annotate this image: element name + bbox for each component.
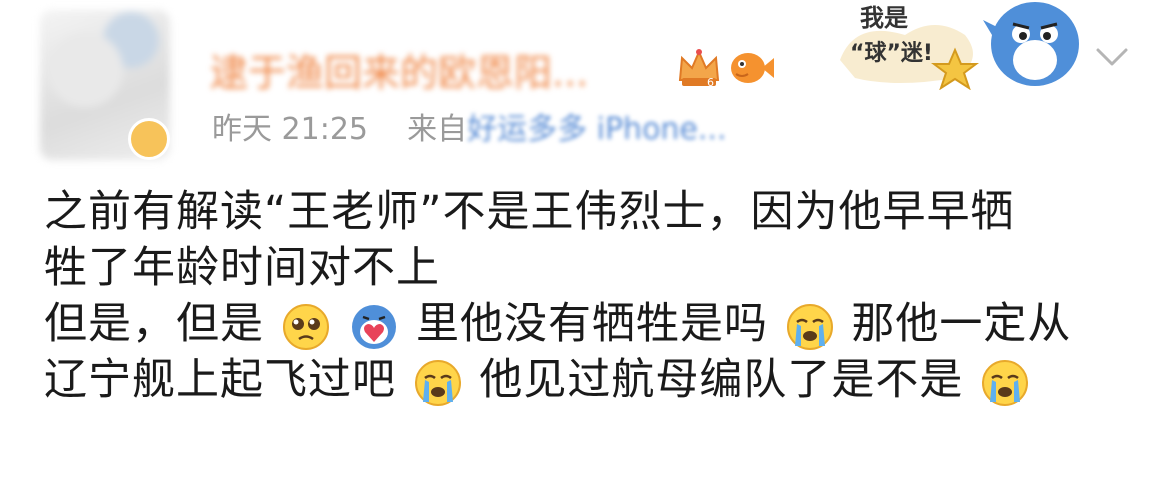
- source-prefix: 来自: [407, 112, 468, 147]
- post-body: 之前有解读“王老师”不是王伟烈士，因为他早早牺 牲了年龄时间对不上 但是，但是 …: [44, 184, 1144, 408]
- username[interactable]: 逮于渔回来的欧恩阳...: [210, 48, 670, 98]
- fish-badge-icon[interactable]: [726, 44, 776, 90]
- fan-sticker: 我是 “球”迷!: [840, 2, 1079, 90]
- sticker-text-2: “球”迷!: [850, 41, 933, 66]
- avatar-badge-icon: [128, 118, 170, 160]
- crown-badge-icon[interactable]: 6: [676, 46, 722, 90]
- post-line-4: 辽宁舰上起飞过吧 他见过航母编队了是不是: [44, 352, 1144, 408]
- source-name[interactable]: 好运多多 iPhone...: [467, 112, 726, 147]
- post-line-2: 牲了年龄时间对不上: [44, 243, 440, 293]
- post-text: 里他没有牺牲是吗: [416, 299, 769, 349]
- chevron-down-icon[interactable]: [1092, 40, 1132, 74]
- post-text: 那他一定从: [851, 299, 1072, 349]
- timestamp: 昨天 21:25: [212, 112, 368, 147]
- post-text: 辽宁舰上起飞过吧: [44, 355, 396, 405]
- post-meta: 昨天 21:25 来自好运多多 iPhone...: [212, 110, 727, 150]
- post-line-1: 之前有解读“王老师”不是王伟烈士，因为他早早牺: [44, 187, 1015, 237]
- crying-face-icon: [786, 303, 833, 350]
- post-line-3: 但是，但是 里他没有牺牲是吗 那他一定从: [44, 296, 1144, 352]
- crying-face-icon: [414, 359, 461, 406]
- post-text: 但是，但是: [44, 299, 264, 349]
- crying-face-icon: [982, 359, 1029, 406]
- pleading-face-icon: [282, 303, 329, 350]
- post-text: 他见过航母编队了是不是: [479, 355, 964, 405]
- vip-level-text: 6: [707, 76, 714, 89]
- sticker-text-1: 我是: [860, 4, 908, 32]
- heart-hug-icon: [352, 304, 397, 349]
